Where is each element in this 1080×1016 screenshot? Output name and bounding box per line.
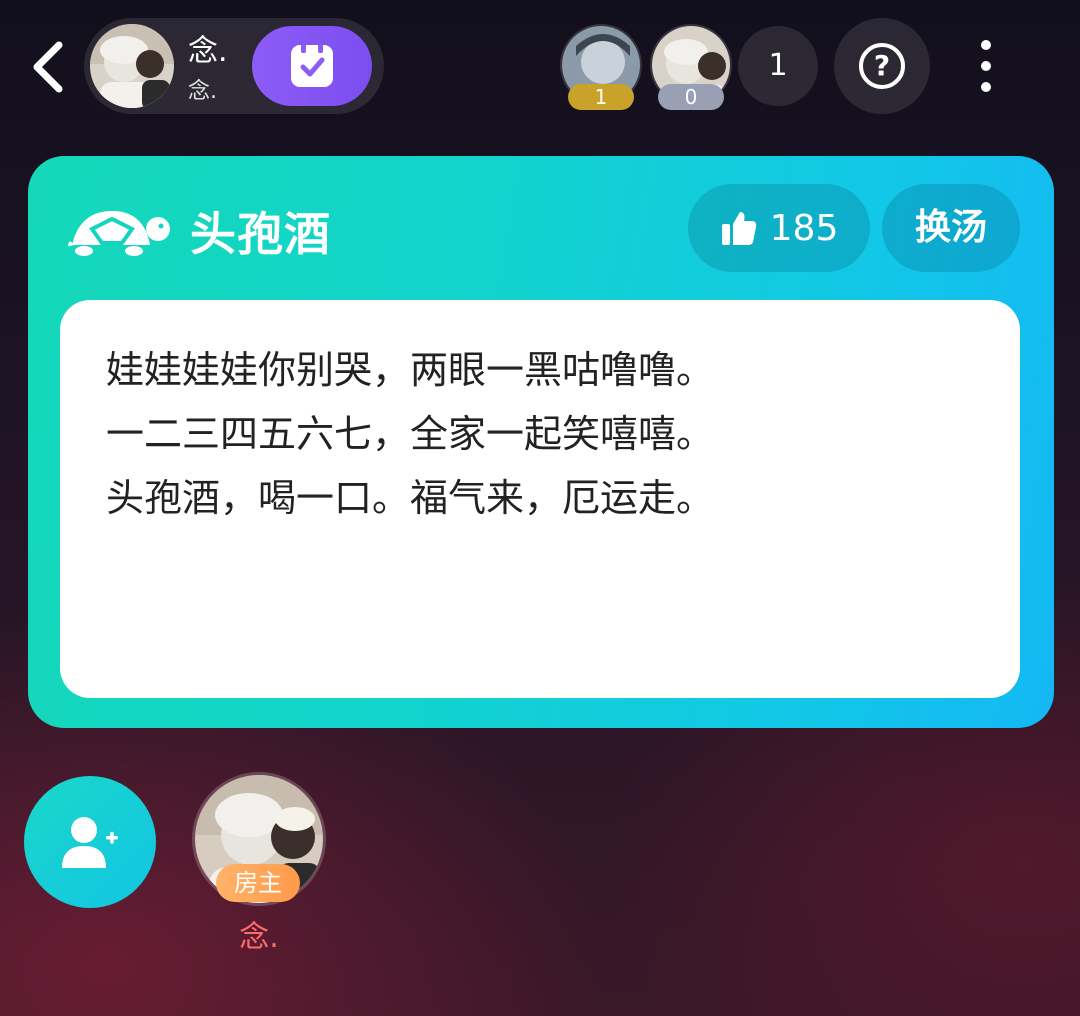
checkin-button[interactable] (252, 26, 372, 106)
swap-button[interactable]: 换汤 (882, 184, 1020, 272)
back-button[interactable] (22, 36, 76, 98)
host-avatar[interactable] (90, 24, 174, 108)
calendar-check-icon (291, 45, 333, 87)
more-dot (981, 40, 991, 50)
add-user-icon (62, 817, 118, 868)
audience-badge: 0 (658, 84, 724, 110)
audience-avatar-1[interactable]: 1 (560, 24, 642, 110)
audience-badge: 1 (568, 84, 634, 110)
lyric-line: 头孢酒，喝一口。福气来，厄运走。 (106, 476, 715, 520)
game-title: 头孢酒 (190, 207, 331, 261)
more-dot (981, 61, 991, 71)
owner-badge: 房主 (216, 864, 300, 902)
more-dot (981, 82, 991, 92)
owner-name: 念. (239, 920, 279, 955)
thumbs-up-icon (721, 212, 756, 245)
owner-seat[interactable]: 房主 (192, 772, 326, 906)
audience-count-button[interactable]: 1 (738, 26, 818, 106)
turtle-icon (68, 211, 170, 256)
like-button[interactable]: 185 (688, 184, 870, 272)
lyric-line: 娃娃娃娃你别哭，两眼一黑咕噜噜。 (106, 348, 715, 392)
lyrics-panel: 娃娃娃娃你别哭，两眼一黑咕噜噜。 一二三四五六七，全家一起笑嘻嘻。 头孢酒，喝一… (60, 300, 1020, 698)
audience-avatar-2[interactable]: 0 (650, 24, 732, 110)
game-title-row: 头孢酒 (68, 196, 331, 266)
host-info-pill[interactable]: 念. 念. (84, 18, 384, 114)
more-options-button[interactable] (960, 34, 1012, 98)
game-card: 头孢酒 185 换汤 娃娃娃娃你别哭，两眼一黑咕噜噜。 一二三四五六七，全家一起… (28, 156, 1054, 728)
help-button[interactable]: ? (834, 18, 930, 114)
host-subtitle: 念. (188, 79, 217, 104)
question-icon: ? (859, 43, 905, 89)
invite-button[interactable] (24, 776, 156, 908)
like-count: 185 (769, 207, 839, 249)
lyric-line: 一二三四五六七，全家一起笑嘻嘻。 (106, 412, 715, 456)
chevron-left-icon (33, 41, 63, 93)
host-name: 念. (188, 34, 228, 69)
